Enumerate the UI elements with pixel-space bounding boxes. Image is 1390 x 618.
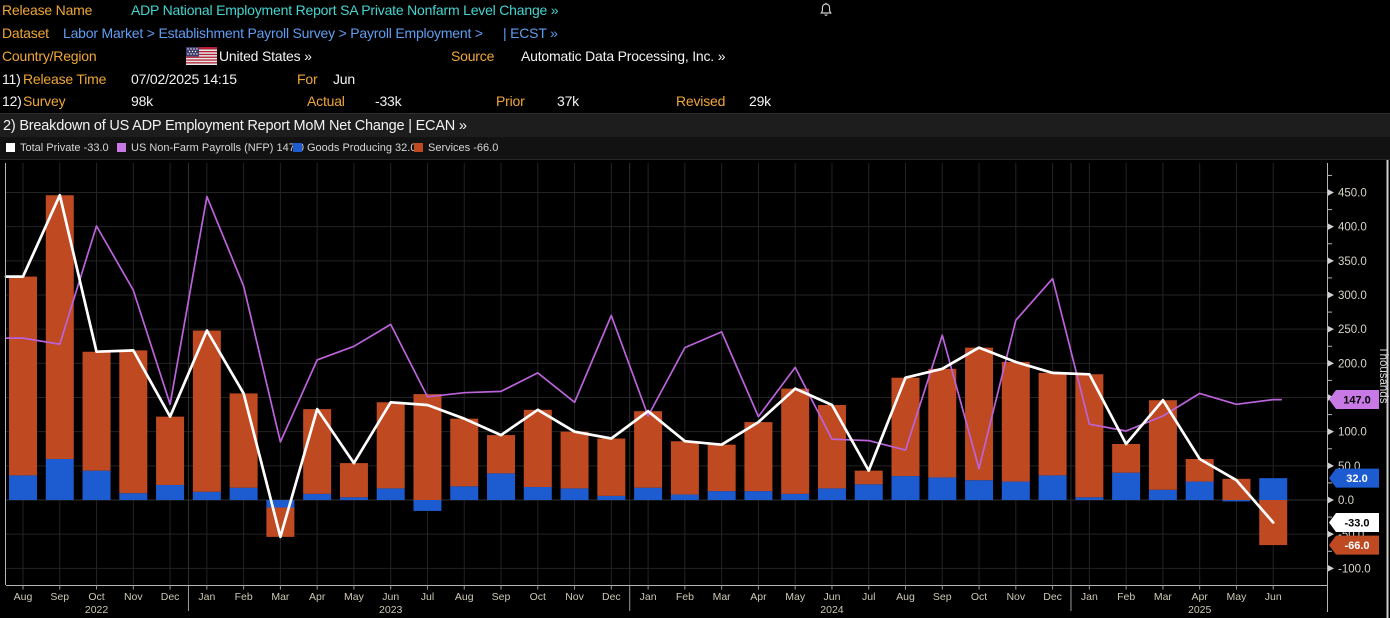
svg-text:2024: 2024: [820, 604, 844, 616]
svg-text:0.0: 0.0: [1338, 495, 1354, 507]
field-number-12[interactable]: 12): [2, 93, 22, 109]
actual-label: Actual: [307, 93, 345, 109]
legend-item-nfp[interactable]: US Non-Farm Payrolls (NFP) 147.0: [117, 137, 304, 159]
last-value-badges: 147.0 32.0 -33.0 -66.0: [1329, 390, 1379, 555]
svg-text:-33.0: -33.0: [1344, 518, 1369, 530]
svg-text:Jul: Jul: [421, 591, 434, 603]
svg-text:May: May: [785, 591, 806, 603]
svg-text:Nov: Nov: [1006, 591, 1025, 603]
svg-text:Jun: Jun: [382, 591, 399, 603]
release-time-value: 07/02/2025 14:15: [131, 71, 237, 87]
prior-label: Prior: [496, 93, 525, 109]
svg-text:2022: 2022: [85, 604, 109, 616]
svg-text:Apr: Apr: [750, 591, 767, 603]
source-label: Source: [451, 48, 495, 64]
chart-section-title-link[interactable]: 2) Breakdown of US ADP Employment Report…: [3, 118, 467, 134]
svg-text:Sep: Sep: [50, 591, 69, 603]
us-flag-icon: [186, 47, 217, 68]
release-time-label: Release Time: [23, 71, 107, 87]
svg-text:Apr: Apr: [1192, 591, 1209, 603]
legend-label-goods-producing: Goods Producing 32.0: [307, 142, 417, 154]
svg-text:Sep: Sep: [933, 591, 952, 603]
x-axis: Aug Sep Oct Nov Dec Jan Feb Mar Apr May Jun Jul Aug S…: [14, 585, 1282, 616]
svg-text:Jan: Jan: [640, 591, 657, 603]
revised-value: 29k: [749, 93, 771, 109]
release-name-link[interactable]: ADP National Employment Report SA Privat…: [131, 2, 559, 18]
legend-item-goods-producing[interactable]: Goods Producing 32.0: [293, 137, 416, 159]
ecst-link[interactable]: | ECST »: [503, 25, 558, 41]
svg-text:Dec: Dec: [1043, 591, 1062, 603]
svg-text:Nov: Nov: [565, 591, 584, 603]
chart-section-titlebar: 2) Breakdown of US ADP Employment Report…: [0, 113, 1390, 138]
svg-text:Oct: Oct: [971, 591, 987, 603]
chart-legend: Total Private -33.0 US Non-Farm Payrolls…: [0, 137, 1390, 160]
svg-text:Nov: Nov: [124, 591, 143, 603]
legend-item-services[interactable]: Services -66.0: [414, 137, 498, 159]
svg-text:400.0: 400.0: [1338, 222, 1367, 234]
svg-text:300.0: 300.0: [1338, 290, 1367, 302]
svg-text:Mar: Mar: [1154, 591, 1173, 603]
svg-text:2023: 2023: [379, 604, 403, 616]
for-label: For: [297, 71, 318, 87]
country-link[interactable]: United States »: [219, 48, 312, 64]
survey-value: 98k: [131, 93, 153, 109]
legend-label-nfp: US Non-Farm Payrolls (NFP) 147.0: [131, 142, 304, 154]
svg-text:Jul: Jul: [862, 591, 875, 603]
svg-text:-100.0: -100.0: [1338, 563, 1371, 575]
svg-text:Oct: Oct: [88, 591, 104, 603]
prior-value: 37k: [557, 93, 579, 109]
legend-label-services: Services -66.0: [428, 142, 499, 154]
svg-text:2025: 2025: [1188, 604, 1212, 616]
svg-text:Jan: Jan: [1081, 591, 1098, 603]
field-number-11[interactable]: 11): [2, 71, 21, 87]
svg-text:May: May: [1227, 591, 1248, 603]
svg-text:Feb: Feb: [1117, 591, 1135, 603]
bloomberg-economic-release-screen: -100.0-50.00.050.0100.0150.0200.0250.030…: [0, 0, 1390, 618]
svg-text:250.0: 250.0: [1338, 324, 1367, 336]
legend-swatch-goods-producing: [293, 142, 302, 152]
legend-swatch-total-private: [6, 142, 15, 152]
svg-text:Jun: Jun: [1265, 591, 1282, 603]
legend-swatch-services: [414, 142, 423, 152]
alert-bell-icon[interactable]: [818, 2, 834, 18]
country-region-label: Country/Region: [2, 48, 97, 64]
svg-text:100.0: 100.0: [1338, 427, 1367, 439]
svg-text:450.0: 450.0: [1338, 188, 1367, 200]
revised-label: Revised: [676, 93, 726, 109]
svg-text:Jun: Jun: [823, 591, 840, 603]
release-name-label: Release Name: [2, 2, 93, 18]
legend-label-total-private: Total Private -33.0: [20, 142, 109, 154]
svg-text:Aug: Aug: [455, 591, 474, 603]
svg-text:May: May: [344, 591, 365, 603]
svg-text:Feb: Feb: [676, 591, 694, 603]
svg-text:Dec: Dec: [602, 591, 621, 603]
svg-text:Aug: Aug: [896, 591, 915, 603]
svg-text:200.0: 200.0: [1338, 358, 1367, 370]
svg-text:Oct: Oct: [530, 591, 546, 603]
svg-text:Jan: Jan: [198, 591, 215, 603]
svg-text:-66.0: -66.0: [1344, 540, 1369, 552]
dataset-breadcrumb-link[interactable]: Labor Market > Establishment Payroll Sur…: [63, 25, 483, 41]
svg-text:Sep: Sep: [492, 591, 511, 603]
legend-item-total-private[interactable]: Total Private -33.0: [6, 137, 109, 159]
for-value: Jun: [333, 71, 355, 87]
svg-text:Apr: Apr: [309, 591, 326, 603]
svg-text:Mar: Mar: [271, 591, 290, 603]
svg-text:350.0: 350.0: [1338, 256, 1367, 268]
actual-value: -33k: [375, 93, 402, 109]
svg-text:Aug: Aug: [14, 591, 33, 603]
svg-text:147.0: 147.0: [1343, 395, 1371, 407]
dataset-label: Dataset: [2, 25, 49, 41]
legend-swatch-nfp: [117, 142, 126, 152]
source-link[interactable]: Automatic Data Processing, Inc. »: [521, 48, 725, 64]
svg-text:32.0: 32.0: [1346, 473, 1367, 485]
survey-label: Survey: [23, 93, 66, 109]
svg-text:Dec: Dec: [161, 591, 180, 603]
svg-text:Feb: Feb: [235, 591, 253, 603]
svg-text:Mar: Mar: [713, 591, 732, 603]
